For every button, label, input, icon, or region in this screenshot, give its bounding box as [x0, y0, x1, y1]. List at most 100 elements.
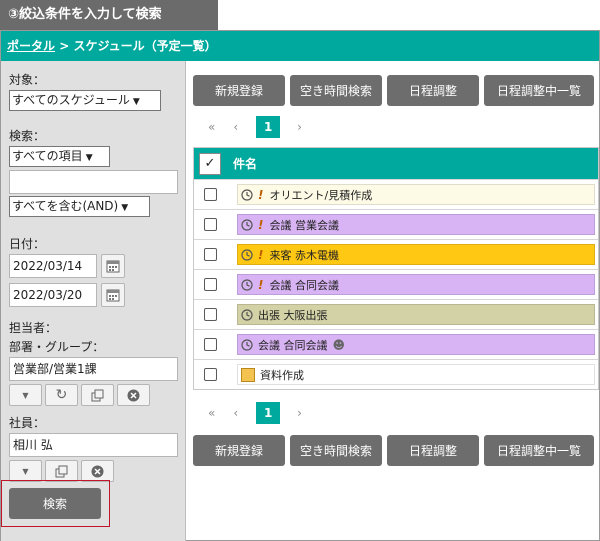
schedule-table: ✓ 件名 ! オリエント/見積作成! 会議 営業会議! 来客 赤木電機! 会議 合同会議…	[193, 147, 599, 390]
table-row: ! オリエント/見積作成	[194, 179, 598, 209]
table-row: ! 会議 営業会議	[194, 209, 598, 239]
schedule-entry[interactable]: 出張 大阪出張	[237, 304, 595, 325]
breadcrumb-current: スケジュール（予定一覧）	[73, 39, 217, 53]
clock-icon	[241, 248, 253, 261]
next-page-link[interactable]: ›	[297, 120, 302, 134]
adjusting-list-button[interactable]: 日程調整中一覧	[484, 435, 594, 466]
select-all-checkbox[interactable]: ✓	[199, 152, 221, 175]
dept-input[interactable]: 営業部/営業1課	[9, 357, 178, 381]
schedule-entry-title: 資料作成	[260, 368, 304, 382]
dept-label: 部署・グループ：	[9, 340, 105, 354]
schedule-entry-title: 会議 合同会議	[258, 338, 328, 352]
row-checkbox[interactable]	[204, 278, 217, 291]
breadcrumb-separator: >	[59, 39, 70, 53]
employee-input[interactable]: 相川 弘	[9, 433, 178, 457]
chevron-down-icon: ▼	[22, 390, 29, 400]
prev-page-link[interactable]: ‹	[233, 120, 238, 134]
chevron-down-icon: ▼	[132, 97, 140, 107]
table-row: 出張 大阪出張	[194, 299, 598, 329]
memo-icon	[241, 367, 255, 382]
adjusting-list-button[interactable]: 日程調整中一覧	[484, 75, 594, 106]
copy-icon	[91, 389, 104, 401]
new-entry-button[interactable]: 新規登録	[193, 435, 285, 466]
schedule-window: ポータル > スケジュール（予定一覧） 対象： すべてのスケジュール ▼ 検索： …	[0, 30, 600, 541]
refresh-icon: ↻	[55, 387, 68, 403]
table-row: ! 来客 赤木電機	[194, 239, 598, 269]
exclamation-icon: !	[258, 247, 264, 262]
employee-clear-button[interactable]	[81, 460, 114, 482]
schedule-adjust-button[interactable]: 日程調整	[387, 75, 479, 106]
schedule-entry-title: 会議 合同会議	[269, 278, 339, 292]
row-checkbox[interactable]	[204, 248, 217, 261]
dept-reset-button[interactable]: ↻	[45, 384, 78, 406]
schedule-entry[interactable]: 会議 合同会議 ☻	[237, 334, 595, 355]
table-body: ! オリエント/見積作成! 会議 営業会議! 来客 赤木電機! 会議 合同会議 出張 大阪…	[194, 179, 598, 389]
date-label: 日付：	[9, 237, 46, 251]
schedule-list-panel: 新規登録 空き時間検索 日程調整 日程調整中一覧 « ‹ 1 › ✓ 件名 ! オ…	[193, 61, 599, 466]
date-to-input[interactable]: 2022/03/20	[9, 283, 97, 307]
schedule-entry[interactable]: ! 会議 合同会議	[237, 274, 595, 295]
exclamation-icon: !	[258, 217, 264, 232]
row-checkbox[interactable]	[204, 308, 217, 321]
step-label: ③絞込条件を入力して検索	[0, 0, 218, 30]
row-checkbox[interactable]	[204, 338, 217, 351]
exclamation-icon: !	[258, 187, 264, 202]
search-label: 検索：	[9, 129, 46, 143]
current-page: 1	[256, 402, 281, 424]
search-field-value: すべての項目	[12, 149, 83, 163]
table-row: ! 会議 合同会議	[194, 269, 598, 299]
table-row: 資料作成	[194, 359, 598, 389]
clock-icon	[241, 308, 253, 321]
calendar-icon	[106, 289, 120, 302]
employee-dropdown-button[interactable]: ▼	[9, 460, 42, 482]
title-column-header: 件名	[233, 157, 258, 171]
calendar-from-button[interactable]	[101, 254, 125, 278]
search-input[interactable]	[9, 170, 178, 194]
first-page-link[interactable]: «	[208, 120, 215, 134]
new-entry-button[interactable]: 新規登録	[193, 75, 285, 106]
schedule-entry[interactable]: 資料作成	[237, 364, 595, 385]
match-mode-value: すべてを含む(AND)	[12, 199, 119, 213]
row-checkbox[interactable]	[204, 368, 217, 381]
dept-clear-button[interactable]	[117, 384, 150, 406]
schedule-entry[interactable]: ! 来客 赤木電機	[237, 244, 595, 265]
search-button[interactable]: 検索	[9, 488, 101, 519]
search-field-select[interactable]: すべての項目 ▼	[9, 146, 110, 167]
free-time-search-button[interactable]: 空き時間検索	[290, 435, 382, 466]
match-mode-select[interactable]: すべてを含む(AND) ▼	[9, 196, 150, 217]
free-time-search-button[interactable]: 空き時間検索	[290, 75, 382, 106]
employee-copy-button[interactable]	[45, 460, 78, 482]
first-page-link[interactable]: «	[208, 406, 215, 420]
close-circle-icon	[127, 389, 140, 401]
filter-sidebar: 対象： すべてのスケジュール ▼ 検索： すべての項目 ▼ すべてを含む(AND) ▼…	[1, 61, 186, 541]
schedule-adjust-button[interactable]: 日程調整	[387, 435, 479, 466]
schedule-entry[interactable]: ! オリエント/見積作成	[237, 184, 595, 205]
clock-icon	[241, 218, 253, 231]
chevron-down-icon: ▼	[85, 153, 93, 163]
breadcrumb: ポータル > スケジュール（予定一覧）	[1, 31, 599, 61]
current-page: 1	[256, 116, 281, 138]
pager-top: « ‹ 1 ›	[193, 115, 599, 139]
chevron-down-icon: ▼	[22, 466, 29, 476]
dept-copy-button[interactable]	[81, 384, 114, 406]
date-from-input[interactable]: 2022/03/14	[9, 254, 97, 278]
schedule-entry-title: 来客 赤木電機	[269, 248, 339, 262]
next-page-link[interactable]: ›	[297, 406, 302, 420]
clock-icon	[241, 278, 253, 291]
calendar-to-button[interactable]	[101, 283, 125, 307]
chevron-down-icon: ▼	[121, 203, 129, 213]
table-header: ✓ 件名	[194, 148, 598, 179]
schedule-entry-title: 会議 営業会議	[269, 218, 339, 232]
dept-dropdown-button[interactable]: ▼	[9, 384, 42, 406]
table-row: 会議 合同会議 ☻	[194, 329, 598, 359]
breadcrumb-portal-link[interactable]: ポータル	[7, 39, 55, 53]
schedule-entry[interactable]: ! 会議 営業会議	[237, 214, 595, 235]
row-checkbox[interactable]	[204, 188, 217, 201]
target-select-value: すべてのスケジュール	[12, 93, 130, 107]
employee-label: 社員：	[9, 416, 46, 430]
target-select[interactable]: すべてのスケジュール ▼	[9, 90, 161, 111]
assignee-label: 担当者：	[9, 321, 58, 335]
prev-page-link[interactable]: ‹	[233, 406, 238, 420]
row-checkbox[interactable]	[204, 218, 217, 231]
bottom-toolbar: 新規登録 空き時間検索 日程調整 日程調整中一覧	[193, 435, 599, 466]
